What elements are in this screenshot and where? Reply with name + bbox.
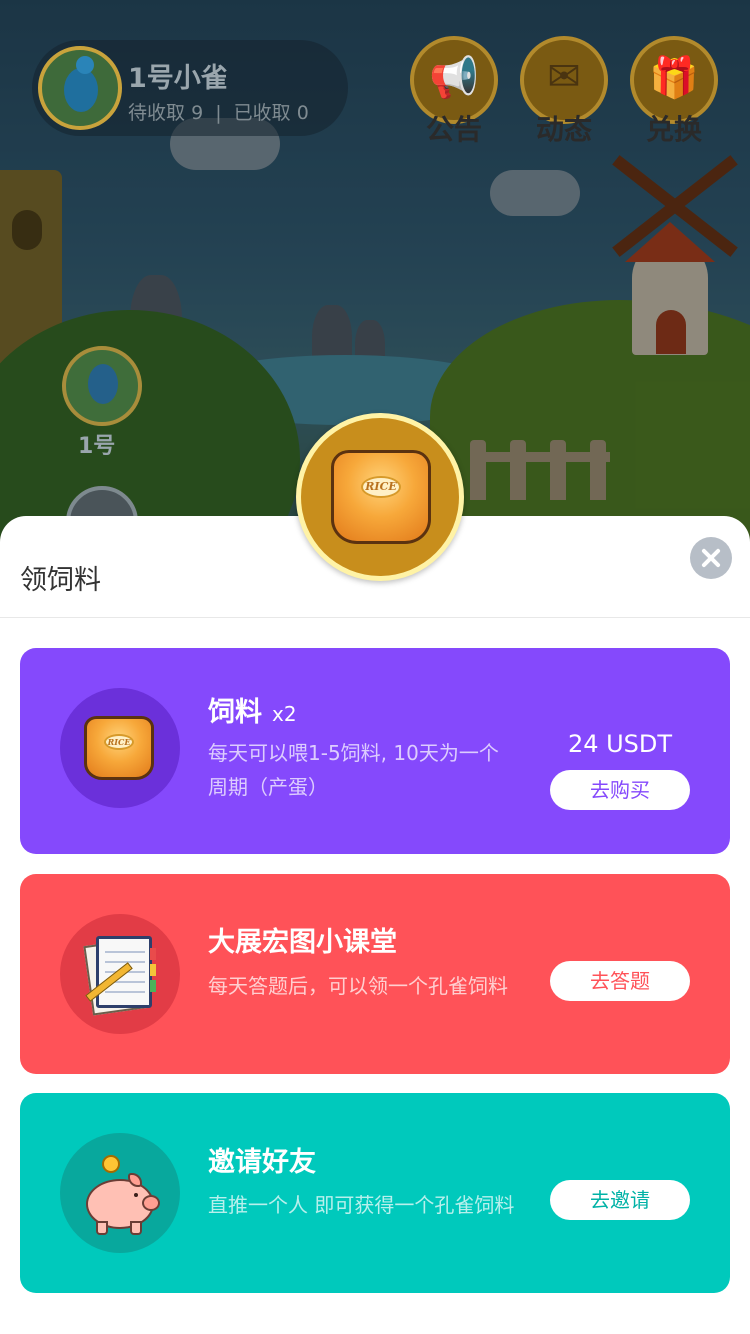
buy-button[interactable]: 去购买 bbox=[550, 770, 690, 810]
avatar bbox=[38, 46, 122, 130]
piggy-bank-icon bbox=[80, 1155, 164, 1235]
peacock-label: 1号 bbox=[78, 434, 116, 459]
user-info-pill[interactable]: 1号小雀 待收取 9 | 已收取 0 bbox=[32, 40, 348, 136]
peacock-avatar[interactable] bbox=[62, 346, 142, 426]
card-title: 饲料 x2 bbox=[208, 690, 297, 729]
pending-count: 9 bbox=[191, 102, 204, 124]
bag-label: RICE bbox=[361, 476, 401, 498]
invite-card: 邀请好友 直推一个人 即可获得一个孔雀饲料 去邀请 bbox=[20, 1093, 730, 1293]
card-title: 大展宏图小课堂 bbox=[208, 927, 397, 958]
announcement-label: 公告 bbox=[425, 113, 482, 146]
price: 24 USDT bbox=[567, 730, 673, 758]
modal-title: 领饲料 bbox=[20, 565, 101, 596]
announcement-button[interactable]: 📢 公告 bbox=[410, 36, 500, 146]
stats-separator: | bbox=[215, 102, 222, 124]
card-description: 每天可以喂1-5饲料, 10天为一个周期（产蛋） bbox=[208, 741, 499, 799]
collected-label: 已收取 bbox=[233, 102, 291, 124]
feed-purchase-card: RICE 饲料 x2 每天可以喂1-5饲料, 10天为一个周期（产蛋） 24 US… bbox=[20, 648, 730, 854]
card-description: 直推一个人 即可获得一个孔雀饲料 bbox=[208, 1193, 515, 1217]
answer-button[interactable]: 去答题 bbox=[550, 961, 690, 1001]
bag-label: RICE bbox=[104, 734, 134, 750]
rice-bag-badge: RICE bbox=[296, 413, 464, 581]
feed-quantity: x2 bbox=[272, 702, 297, 726]
rice-bag-icon: RICE bbox=[331, 450, 431, 544]
notebook-icon bbox=[82, 934, 156, 1016]
collected-count: 0 bbox=[296, 102, 309, 124]
quiz-card: 大展宏图小课堂 每天答题后，可以领一个孔雀饲料 去答题 bbox=[20, 874, 730, 1074]
divider bbox=[0, 617, 750, 618]
card-title: 邀请好友 bbox=[208, 1147, 316, 1178]
icon-circle bbox=[60, 914, 180, 1034]
news-label: 动态 bbox=[535, 113, 592, 146]
egg-stats: 待收取 9 | 已收取 0 bbox=[128, 98, 309, 125]
invite-button[interactable]: 去邀请 bbox=[550, 1180, 690, 1220]
feed-title: 饲料 bbox=[208, 697, 262, 728]
exchange-label: 兑换 bbox=[645, 113, 702, 146]
close-icon[interactable] bbox=[690, 537, 732, 579]
user-name: 1号小雀 bbox=[128, 63, 228, 94]
news-button[interactable]: ✉ 动态 bbox=[520, 36, 610, 146]
icon-circle bbox=[60, 1133, 180, 1253]
pending-label: 待收取 bbox=[128, 102, 186, 124]
exchange-button[interactable]: 🎁 兑换 bbox=[630, 36, 720, 146]
icon-circle: RICE bbox=[60, 688, 180, 808]
rice-bag-icon: RICE bbox=[84, 716, 154, 780]
card-description: 每天答题后，可以领一个孔雀饲料 bbox=[208, 974, 508, 998]
